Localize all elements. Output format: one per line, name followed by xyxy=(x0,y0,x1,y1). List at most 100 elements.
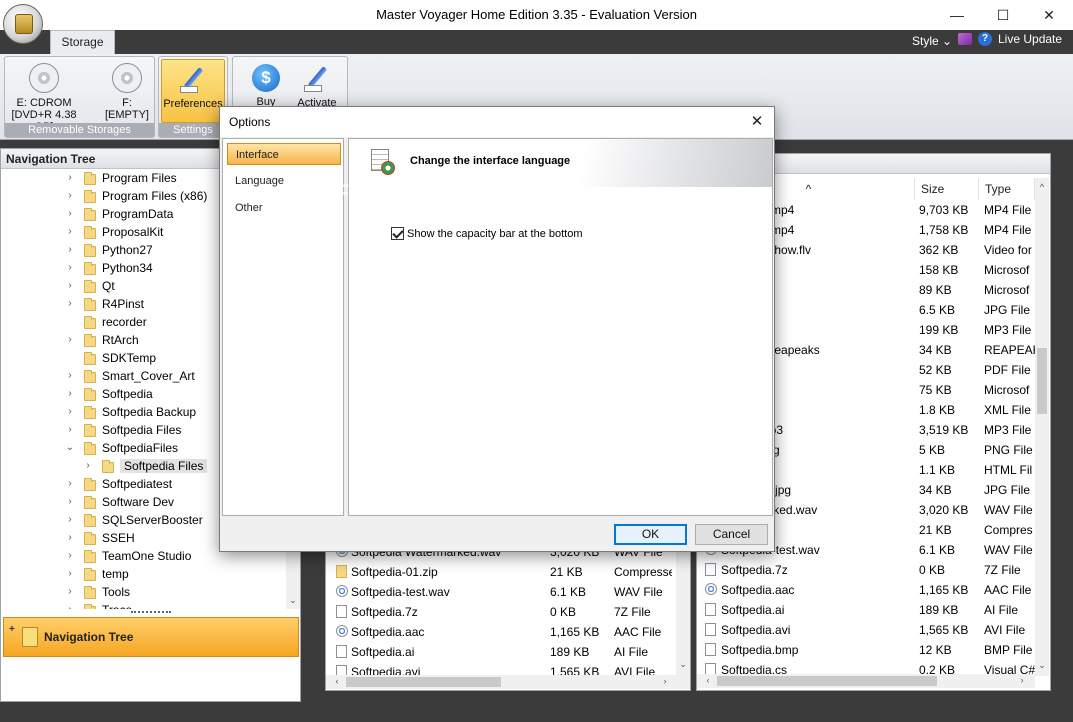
capacity-bar-label[interactable]: Show the capacity bar at the bottom xyxy=(407,228,583,240)
file-row[interactable]: Softpedia.aac 1,165 KB AAC File xyxy=(326,622,666,642)
capacity-bar-option[interactable]: Show the capacity bar at the bottom xyxy=(391,227,583,240)
file-row[interactable]: Softpedia.7z 0 KB 7Z File xyxy=(326,602,666,622)
chevron-right-icon[interactable]: › xyxy=(65,388,75,399)
file-name: Softpedia.avi xyxy=(721,623,791,637)
tree-item[interactable]: › temp xyxy=(1,566,286,584)
tree-item-label: Qt xyxy=(102,279,115,293)
chevron-down-icon[interactable]: ⌄ xyxy=(65,442,75,453)
file-type: 7Z File xyxy=(984,563,1021,577)
cdrom-button[interactable]: E: CDROM [DVD+R 4.38 GB] xyxy=(9,59,79,133)
file-row[interactable]: Softpedia.7z 0 KB 7Z File xyxy=(697,560,1037,580)
file-row[interactable]: Softpedia.aac 1,165 KB AAC File xyxy=(697,580,1037,600)
scroll-up-icon[interactable]: ^ xyxy=(1035,182,1049,192)
chevron-right-icon[interactable]: › xyxy=(65,298,75,309)
options-dialog: Options ✕ Interface Language Other Chang… xyxy=(219,106,775,552)
chevron-down-icon: ⌄ xyxy=(942,34,953,48)
app-menu-button[interactable] xyxy=(3,4,43,44)
file-size: 34 KB xyxy=(919,343,952,357)
maximize-button[interactable]: ☐ xyxy=(980,0,1026,30)
left-hscroll-thumb[interactable] xyxy=(346,677,501,687)
dialog-close-button[interactable]: ✕ xyxy=(744,109,770,135)
group-label-settings: Settings xyxy=(159,123,227,137)
chevron-right-icon[interactable]: › xyxy=(65,424,75,435)
chevron-right-icon[interactable]: › xyxy=(65,262,75,273)
chevron-right-icon[interactable]: › xyxy=(65,532,75,543)
chevron-right-icon[interactable]: › xyxy=(65,406,75,417)
tree-item-label: temp xyxy=(102,567,129,581)
capacity-bar-checkbox[interactable] xyxy=(391,227,404,240)
file-row[interactable]: Softpedia.avi 1,565 KB AVI File xyxy=(697,620,1037,640)
tree-item-label: SQLServerBooster xyxy=(102,513,203,527)
tree-item-label: Program Files (x86) xyxy=(102,189,208,203)
tree-item[interactable]: › Trace xyxy=(1,602,286,609)
chevron-right-icon[interactable]: › xyxy=(65,586,75,597)
tree-item[interactable]: › Tools xyxy=(1,584,286,602)
chevron-right-icon[interactable]: › xyxy=(65,370,75,381)
window-title: Master Voyager Home Edition 3.35 - Evalu… xyxy=(376,7,697,22)
file-type: AI File xyxy=(614,645,649,659)
file-type: MP4 File xyxy=(984,203,1032,217)
chevron-right-icon[interactable]: › xyxy=(65,478,75,489)
chevron-right-icon[interactable]: › xyxy=(65,244,75,255)
expand-icon[interactable]: + xyxy=(9,624,15,635)
file-type: WAV File xyxy=(614,585,663,599)
file-row[interactable]: Softpedia.bmp 12 KB BMP File xyxy=(697,640,1037,660)
book-icon[interactable] xyxy=(958,33,972,45)
right-vertical-scrollbar[interactable]: ^ ⌄ xyxy=(1035,178,1049,676)
chevron-right-icon[interactable]: › xyxy=(65,280,75,291)
drive-f-button[interactable]: F: [EMPTY] xyxy=(101,59,153,123)
scroll-right-icon[interactable]: › xyxy=(658,676,672,686)
close-button[interactable]: ✕ xyxy=(1026,0,1072,30)
scroll-left-icon[interactable]: ‹ xyxy=(701,675,715,685)
navigation-tree-bar[interactable]: + Navigation Tree xyxy=(3,617,299,657)
category-interface[interactable]: Interface xyxy=(227,143,341,165)
chevron-right-icon[interactable]: › xyxy=(65,172,75,183)
chevron-right-icon[interactable]: › xyxy=(65,550,75,561)
minimize-button[interactable]: — xyxy=(934,0,980,30)
folder-icon xyxy=(84,280,96,293)
chevron-right-icon[interactable]: › xyxy=(65,514,75,525)
file-row[interactable]: Softpedia.ai 189 KB AI File xyxy=(697,600,1037,620)
chevron-right-icon[interactable]: › xyxy=(83,460,93,471)
ribbon-group-removable: E: CDROM [DVD+R 4.38 GB] F: [EMPTY] Remo… xyxy=(4,56,155,138)
style-menu[interactable]: Style ⌄ xyxy=(912,34,952,48)
chevron-right-icon[interactable]: › xyxy=(65,334,75,345)
file-size: 75 KB xyxy=(919,383,952,397)
column-size[interactable]: Size xyxy=(915,178,979,200)
right-horizontal-scrollbar[interactable]: ‹ › xyxy=(697,674,1035,688)
folder-icon xyxy=(84,244,96,257)
file-size: 6.5 KB xyxy=(919,303,956,317)
file-row[interactable]: Softpedia.ai 189 KB AI File xyxy=(326,642,666,662)
scroll-down-icon[interactable]: ⌄ xyxy=(1035,660,1049,671)
file-row[interactable]: Softpedia-01.zip 21 KB Compresse xyxy=(326,562,672,582)
chevron-right-icon[interactable]: › xyxy=(65,604,75,609)
chevron-right-icon[interactable]: › xyxy=(65,190,75,201)
left-vertical-scrollbar[interactable]: ⌄ xyxy=(676,549,690,675)
left-horizontal-scrollbar[interactable]: ‹ › xyxy=(326,675,690,689)
ok-button[interactable]: OK xyxy=(614,524,687,545)
preferences-button[interactable]: Preferences xyxy=(161,59,225,123)
file-name: Softpedia.ai xyxy=(351,645,415,659)
right-hscroll-thumb[interactable] xyxy=(717,676,937,686)
file-size: 12 KB xyxy=(919,643,952,657)
chevron-right-icon[interactable]: › xyxy=(65,208,75,219)
cancel-button[interactable]: Cancel xyxy=(695,524,768,545)
scroll-down-icon[interactable]: ⌄ xyxy=(676,659,690,670)
help-icon[interactable]: ? xyxy=(978,32,992,46)
scroll-left-icon[interactable]: ‹ xyxy=(330,676,344,686)
tab-storage[interactable]: Storage xyxy=(50,30,115,54)
chevron-right-icon[interactable]: › xyxy=(65,568,75,579)
live-update-link[interactable]: Live Update xyxy=(998,32,1062,46)
chevron-right-icon[interactable]: › xyxy=(65,226,75,237)
chevron-right-icon[interactable]: › xyxy=(65,496,75,507)
file-name: Softpedia.bmp xyxy=(721,643,799,657)
folder-icon xyxy=(84,370,96,383)
column-type[interactable]: Type xyxy=(979,178,1035,200)
scroll-right-icon[interactable]: › xyxy=(1015,675,1029,685)
tree-item-label: R4Pinst xyxy=(102,297,145,311)
scroll-down-icon[interactable]: ⌄ xyxy=(286,595,300,606)
splitter-grip[interactable] xyxy=(131,611,171,615)
app-logo-icon xyxy=(15,14,33,34)
right-vscroll-thumb[interactable] xyxy=(1037,348,1047,414)
file-row[interactable]: Softpedia-test.wav 6.1 KB WAV File xyxy=(326,582,666,602)
